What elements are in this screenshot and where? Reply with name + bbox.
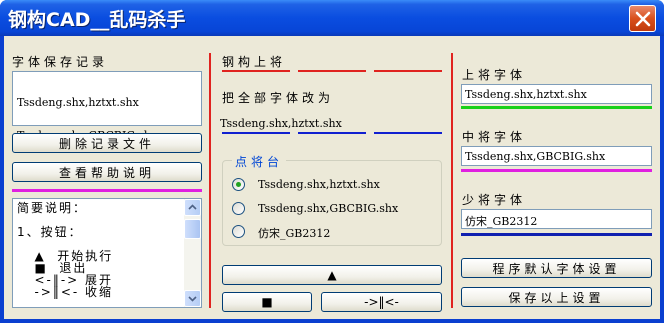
delete-record-button[interactable]: 删除记录文件 bbox=[12, 133, 202, 153]
chevron-down-icon bbox=[188, 296, 197, 302]
close-icon bbox=[635, 11, 651, 27]
title-bar[interactable]: 钢构CAD__乱码杀手 bbox=[0, 0, 664, 36]
scroll-thumb[interactable] bbox=[184, 219, 201, 239]
save-settings-button[interactable]: 保存以上设置 bbox=[461, 287, 652, 307]
help-button[interactable]: 查看帮助说明 bbox=[12, 162, 202, 182]
upper-font-input[interactable]: Tssdeng.shx,hztxt.shx bbox=[461, 84, 652, 104]
lower-font-value: 仿宋_GB2312 bbox=[465, 215, 538, 228]
change-all-label: 把全部字体改为 bbox=[222, 91, 335, 105]
magenta-divider bbox=[12, 189, 202, 192]
start-button[interactable]: ▲ bbox=[222, 265, 442, 285]
middle-font-input[interactable]: Tssdeng.shx,GBCBIG.shx bbox=[461, 146, 652, 166]
right-separator bbox=[451, 53, 453, 308]
lower-font-input[interactable]: 仿宋_GB2312 bbox=[461, 209, 652, 229]
client-area: 字体保存记录 Tssdeng.shx,hztxt.shx Tssdeng.shx… bbox=[4, 36, 660, 319]
upper-font-label: 上将字体 bbox=[462, 68, 527, 82]
red-line-2 bbox=[298, 70, 366, 72]
current-font-label: Tssdeng.shx,hztxt.shx bbox=[220, 117, 342, 130]
shrink-button[interactable]: ->‖<- bbox=[321, 292, 442, 312]
group-title: 点将台 bbox=[232, 153, 287, 170]
window-frame-bottom bbox=[0, 319, 664, 323]
radio-option-2[interactable] bbox=[232, 202, 245, 215]
window-title: 钢构CAD__乱码杀手 bbox=[8, 9, 186, 31]
scroll-down-button[interactable] bbox=[184, 290, 201, 307]
help-textbox[interactable]: 简要说明： 1、按钮： ▲ 开始执行 ■ 退出 <-‖-> 展开 ->‖<- 收… bbox=[12, 198, 202, 308]
middle-font-label: 中将字体 bbox=[462, 130, 527, 144]
lower-font-label: 少将字体 bbox=[462, 193, 527, 207]
magenta-underline bbox=[461, 169, 652, 172]
app-window: 钢构CAD__乱码杀手 字体保存记录 Tssdeng.shx,hztxt.shx… bbox=[0, 0, 664, 323]
help-scrollbar[interactable] bbox=[184, 199, 201, 307]
exit-button[interactable]: ■ bbox=[222, 292, 312, 312]
record-label: 字体保存记录 bbox=[12, 55, 109, 69]
radio-option-1[interactable] bbox=[232, 178, 245, 191]
blue-line-3 bbox=[374, 132, 442, 134]
navy-underline bbox=[461, 233, 652, 236]
record-list[interactable]: Tssdeng.shx,hztxt.shx Tssdeng.shx,GBCBIG… bbox=[12, 71, 202, 174]
radio-option-3-label[interactable]: 仿宋_GB2312 bbox=[258, 225, 330, 241]
close-button[interactable] bbox=[629, 5, 656, 32]
radio-option-2-label[interactable]: Tssdeng.shx,GBCBIG.shx bbox=[258, 202, 398, 215]
general-group: 点将台 Tssdeng.shx,hztxt.shx Tssdeng.shx,GB… bbox=[222, 153, 442, 246]
help-text: 简要说明： 1、按钮： ▲ 开始执行 ■ 退出 <-‖-> 展开 ->‖<- 收… bbox=[17, 201, 114, 299]
left-separator bbox=[209, 53, 211, 308]
radio-option-1-label[interactable]: Tssdeng.shx,hztxt.shx bbox=[258, 178, 380, 191]
green-underline bbox=[461, 106, 652, 109]
red-line-3 bbox=[374, 70, 442, 72]
red-line-1 bbox=[222, 70, 290, 72]
default-font-button[interactable]: 程序默认字体设置 bbox=[461, 258, 652, 278]
upper-font-value: Tssdeng.shx,hztxt.shx bbox=[465, 88, 587, 101]
chevron-up-icon bbox=[188, 204, 197, 210]
middle-font-value: Tssdeng.shx,GBCBIG.shx bbox=[465, 150, 606, 163]
blue-line-2 bbox=[298, 132, 366, 134]
blue-line-1 bbox=[222, 132, 290, 134]
scroll-up-button[interactable] bbox=[184, 199, 201, 216]
radio-option-3[interactable] bbox=[232, 225, 245, 238]
middle-header: 钢构上将 bbox=[222, 55, 287, 69]
list-item[interactable]: Tssdeng.shx,hztxt.shx bbox=[17, 97, 157, 108]
